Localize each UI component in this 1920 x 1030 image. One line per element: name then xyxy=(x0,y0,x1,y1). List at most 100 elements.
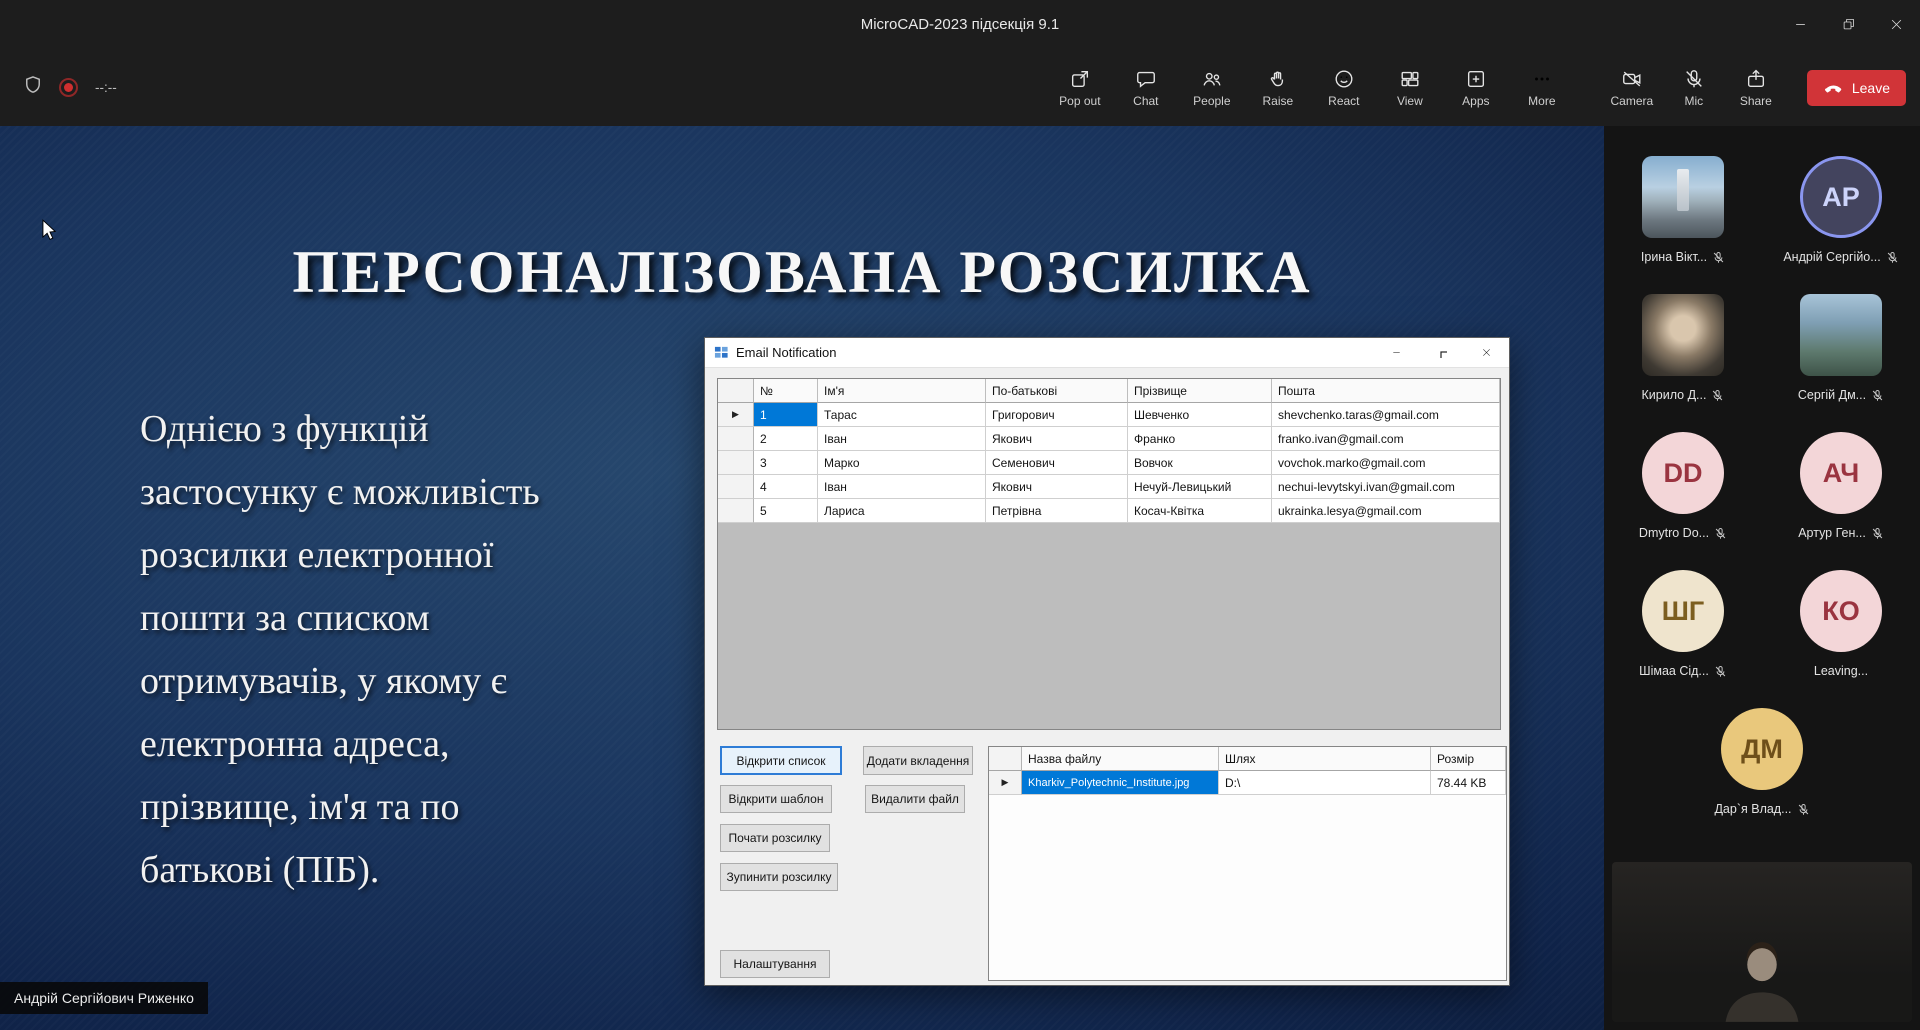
table-cell[interactable]: Франко xyxy=(1128,427,1272,451)
view-icon xyxy=(1399,68,1421,90)
table-cell[interactable]: Марко xyxy=(818,451,986,475)
table-cell[interactable]: franko.ivan@gmail.com xyxy=(1272,427,1500,451)
column-header[interactable]: По-батькові xyxy=(986,379,1128,403)
column-header[interactable]: Назва файлу xyxy=(1022,747,1219,771)
column-header[interactable]: № xyxy=(754,379,818,403)
table-cell[interactable]: nechui-levytskyi.ivan@gmail.com xyxy=(1272,475,1500,499)
app-window-title: Email Notification xyxy=(736,345,836,360)
participant-tile[interactable]: АЧ Артур Ген... xyxy=(1762,432,1920,570)
table-cell[interactable]: ukrainka.lesya@gmail.com xyxy=(1272,499,1500,523)
table-cell[interactable]: 78.44 KB xyxy=(1431,771,1506,795)
participant-tile[interactable]: ШГ Шімаа Сід... xyxy=(1604,570,1762,708)
table-cell[interactable]: Якович xyxy=(986,475,1128,499)
chat-button[interactable]: Chat xyxy=(1113,68,1179,108)
mic-button[interactable]: Mic xyxy=(1663,68,1725,108)
slide-body-line: застосунку є можливість xyxy=(140,461,540,524)
row-selector[interactable]: ▶ xyxy=(989,771,1022,795)
leave-button[interactable]: Leave xyxy=(1807,70,1906,106)
participant-photo xyxy=(1800,294,1882,376)
participant-tile[interactable]: ДМ Дар`я Влад... xyxy=(1604,708,1920,846)
table-cell[interactable]: 3 xyxy=(754,451,818,475)
column-header[interactable]: Прізвище xyxy=(1128,379,1272,403)
table-empty-area xyxy=(989,795,1506,980)
more-button[interactable]: More xyxy=(1509,68,1575,108)
leave-label: Leave xyxy=(1852,80,1890,96)
mic-off-icon xyxy=(1871,389,1884,402)
participant-tile[interactable]: КО Leaving... xyxy=(1762,570,1920,708)
row-selector[interactable] xyxy=(718,475,754,499)
participant-tile[interactable]: АР Андрій Сергійо... xyxy=(1762,156,1920,294)
table-cell[interactable]: shevchenko.taras@gmail.com xyxy=(1272,403,1500,427)
people-button[interactable]: People xyxy=(1179,68,1245,108)
table-cell[interactable]: Косач-Квітка xyxy=(1128,499,1272,523)
table-cell[interactable]: Григорович xyxy=(986,403,1128,427)
mouse-cursor-icon xyxy=(42,219,57,247)
open-template-button[interactable]: Відкрити шаблон xyxy=(720,785,832,813)
corner-header xyxy=(989,747,1022,771)
participant-tile[interactable]: Ірина Вікт... xyxy=(1604,156,1762,294)
column-header[interactable]: Пошта xyxy=(1272,379,1500,403)
participant-avatar: ДМ xyxy=(1721,708,1803,790)
stop-mailing-button[interactable]: Зупинити розсилку xyxy=(720,863,838,891)
participant-initials: КО xyxy=(1822,596,1859,627)
table-cell[interactable]: 2 xyxy=(754,427,818,451)
row-selector[interactable] xyxy=(718,499,754,523)
react-button[interactable]: React xyxy=(1311,68,1377,108)
participant-tile[interactable]: DD Dmytro Do... xyxy=(1604,432,1762,570)
column-header[interactable]: Розмір xyxy=(1431,747,1506,771)
table-cell[interactable]: Якович xyxy=(986,427,1128,451)
column-header[interactable]: Ім'я xyxy=(818,379,986,403)
attachments-table[interactable]: Назва файлу Шлях Розмір ▶ Kharkiv_Polyte… xyxy=(988,746,1507,981)
start-mailing-button[interactable]: Почати розсилку xyxy=(720,824,830,852)
table-cell[interactable]: Іван xyxy=(818,427,986,451)
table-cell[interactable]: Лариса xyxy=(818,499,986,523)
participant-initials: АЧ xyxy=(1823,458,1859,489)
people-icon xyxy=(1201,68,1223,90)
table-cell[interactable]: Вовчок xyxy=(1128,451,1272,475)
apps-icon xyxy=(1465,68,1487,90)
row-selector[interactable] xyxy=(718,427,754,451)
participant-tile[interactable]: Кирило Д... xyxy=(1604,294,1762,432)
open-list-button[interactable]: Відкрити список xyxy=(720,746,842,775)
raise-hand-button[interactable]: Raise xyxy=(1245,68,1311,108)
slide-body-line: прізвище, ім'я та по xyxy=(140,776,540,839)
recipients-table[interactable]: № Ім'я По-батькові Прізвище Пошта ▶ 1 Та… xyxy=(717,378,1501,730)
app-maximize-button[interactable] xyxy=(1419,338,1464,367)
table-cell[interactable]: Тарас xyxy=(818,403,986,427)
app-minimize-button[interactable] xyxy=(1374,338,1419,367)
participant-tile[interactable]: Сергій Дм... xyxy=(1762,294,1920,432)
table-cell[interactable]: Нечуй-Левицький xyxy=(1128,475,1272,499)
react-icon xyxy=(1333,68,1355,90)
pop-out-button[interactable]: Pop out xyxy=(1047,68,1113,108)
app-close-button[interactable] xyxy=(1464,338,1509,367)
minimize-button[interactable] xyxy=(1776,0,1824,49)
view-button[interactable]: View xyxy=(1377,68,1443,108)
settings-button[interactable]: Налаштування xyxy=(720,950,830,978)
table-cell[interactable]: Kharkiv_Polytechnic_Institute.jpg xyxy=(1022,771,1219,795)
row-selector[interactable] xyxy=(718,451,754,475)
self-video-tile[interactable] xyxy=(1612,862,1912,1022)
close-button[interactable] xyxy=(1872,0,1920,49)
add-attachment-button[interactable]: Додати вкладення xyxy=(863,746,973,775)
table-cell[interactable]: 4 xyxy=(754,475,818,499)
column-header[interactable]: Шлях xyxy=(1219,747,1431,771)
delete-file-button[interactable]: Видалити файл xyxy=(865,785,965,813)
table-cell[interactable]: Шевченко xyxy=(1128,403,1272,427)
react-label: React xyxy=(1328,94,1359,108)
participant-photo xyxy=(1642,294,1724,376)
share-button[interactable]: Share xyxy=(1725,68,1787,108)
table-cell[interactable]: Семенович xyxy=(986,451,1128,475)
table-cell[interactable]: 5 xyxy=(754,499,818,523)
table-cell[interactable]: vovchok.marko@gmail.com xyxy=(1272,451,1500,475)
apps-button[interactable]: Apps xyxy=(1443,68,1509,108)
table-cell[interactable]: 1 xyxy=(754,403,818,427)
restore-button[interactable] xyxy=(1824,0,1872,49)
row-selector[interactable]: ▶ xyxy=(718,403,754,427)
shield-icon xyxy=(22,74,44,101)
table-cell[interactable]: D:\ xyxy=(1219,771,1431,795)
table-cell[interactable]: Петрівна xyxy=(986,499,1128,523)
table-cell[interactable]: Іван xyxy=(818,475,986,499)
camera-button[interactable]: Camera xyxy=(1601,68,1663,108)
table-empty-area xyxy=(718,523,1500,729)
teams-meeting-window: MicroCAD-2023 підсекція 9.1 --:-- Pop ou… xyxy=(0,0,1920,1030)
